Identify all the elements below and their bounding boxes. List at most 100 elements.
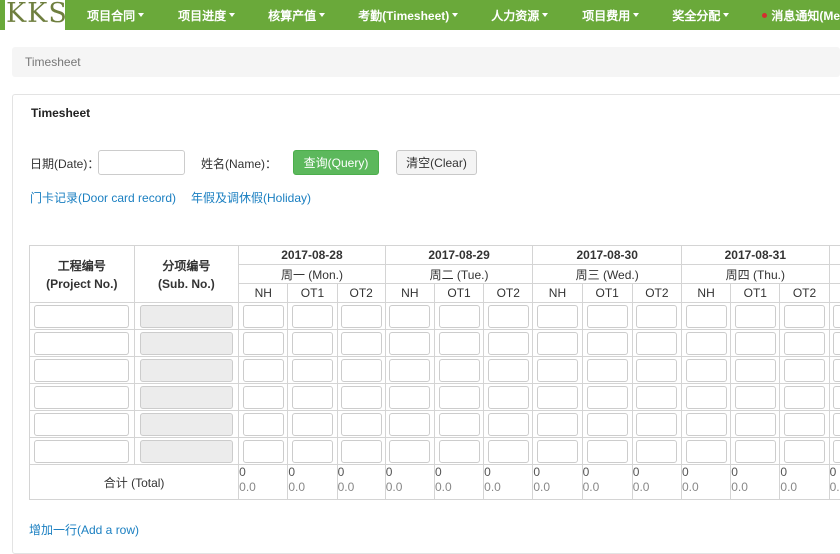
hours-input[interactable] [243,332,284,355]
hours-input[interactable] [537,413,578,436]
hours-input[interactable] [389,386,430,409]
hours-input[interactable] [686,359,727,382]
hours-input[interactable] [686,413,727,436]
hours-input[interactable] [341,332,382,355]
hours-input[interactable] [735,413,776,436]
hours-input[interactable] [537,440,578,463]
project-no-input[interactable] [34,305,129,328]
hours-input[interactable] [341,359,382,382]
clear-button[interactable]: 清空(Clear) [396,150,477,175]
hours-input[interactable] [243,386,284,409]
hours-input[interactable] [389,332,430,355]
project-no-input[interactable] [34,386,129,409]
hours-input[interactable] [636,305,677,328]
hours-input[interactable] [243,413,284,436]
hours-input[interactable] [735,359,776,382]
hours-input[interactable] [488,413,529,436]
hours-input[interactable] [587,440,628,463]
hours-input[interactable] [341,413,382,436]
hours-input[interactable] [537,305,578,328]
sub-no-input[interactable] [140,440,233,463]
hours-input[interactable] [833,440,840,463]
hours-input[interactable] [537,359,578,382]
nav-notifications[interactable]: 消息通知(Me [762,0,840,30]
hours-input[interactable] [488,386,529,409]
hours-input[interactable] [439,305,480,328]
hours-input[interactable] [784,413,825,436]
hours-input[interactable] [735,440,776,463]
hours-input[interactable] [341,386,382,409]
hours-input[interactable] [439,440,480,463]
hours-input[interactable] [389,359,430,382]
hours-input[interactable] [587,386,628,409]
hours-input[interactable] [686,332,727,355]
project-no-input[interactable] [34,413,129,436]
hours-input[interactable] [587,359,628,382]
hours-input[interactable] [292,359,333,382]
hours-input[interactable] [686,305,727,328]
nav-project-contract[interactable]: 项目合同 [87,0,144,30]
nav-human-resources[interactable]: 人力资源 [491,0,548,30]
hours-input[interactable] [292,305,333,328]
hours-input[interactable] [833,359,840,382]
hours-input[interactable] [784,440,825,463]
hours-input[interactable] [784,386,825,409]
hours-input[interactable] [784,332,825,355]
hours-input[interactable] [292,332,333,355]
nav-project-expense[interactable]: 项目费用 [582,0,639,30]
hours-input[interactable] [636,386,677,409]
hours-input[interactable] [341,440,382,463]
hours-input[interactable] [636,413,677,436]
project-no-input[interactable] [34,359,129,382]
hours-input[interactable] [686,386,727,409]
nav-bonus[interactable]: 奖全分配 [672,0,729,30]
hours-input[interactable] [292,386,333,409]
hours-input[interactable] [833,386,840,409]
hours-input[interactable] [243,305,284,328]
hours-input[interactable] [389,413,430,436]
hours-input[interactable] [784,305,825,328]
hours-input[interactable] [587,332,628,355]
hours-input[interactable] [784,359,825,382]
hours-input[interactable] [439,359,480,382]
hours-input[interactable] [243,440,284,463]
nav-project-progress[interactable]: 项目进度 [178,0,235,30]
hours-input[interactable] [833,413,840,436]
hours-input[interactable] [833,332,840,355]
add-row-link[interactable]: 增加一行(Add a row) [29,521,139,538]
hours-input[interactable] [243,359,284,382]
project-no-input[interactable] [34,440,129,463]
hours-input[interactable] [636,332,677,355]
sub-no-input[interactable] [140,359,233,382]
hours-input[interactable] [735,332,776,355]
hours-input[interactable] [389,440,430,463]
hours-input[interactable] [439,332,480,355]
hours-input[interactable] [488,359,529,382]
hours-input[interactable] [686,440,727,463]
hours-input[interactable] [341,305,382,328]
hours-input[interactable] [537,386,578,409]
hours-input[interactable] [488,440,529,463]
hours-input[interactable] [292,440,333,463]
sub-no-input[interactable] [140,386,233,409]
hours-input[interactable] [439,386,480,409]
hours-input[interactable] [488,305,529,328]
hours-input[interactable] [735,386,776,409]
sub-no-input[interactable] [140,332,233,355]
nav-output-value[interactable]: 核算产值 [268,0,325,30]
door-card-record-link[interactable]: 门卡记录(Door card record) [30,189,176,206]
hours-input[interactable] [439,413,480,436]
nav-timesheet[interactable]: 考勤(Timesheet) [358,0,458,30]
project-no-input[interactable] [34,332,129,355]
hours-input[interactable] [735,305,776,328]
sub-no-input[interactable] [140,413,233,436]
hours-input[interactable] [636,359,677,382]
hours-input[interactable] [587,413,628,436]
hours-input[interactable] [292,413,333,436]
holiday-link[interactable]: 年假及调休假(Holiday) [191,189,311,206]
hours-input[interactable] [636,440,677,463]
hours-input[interactable] [587,305,628,328]
query-button[interactable]: 查询(Query) [293,150,379,175]
date-input[interactable] [98,150,185,175]
hours-input[interactable] [833,305,840,328]
